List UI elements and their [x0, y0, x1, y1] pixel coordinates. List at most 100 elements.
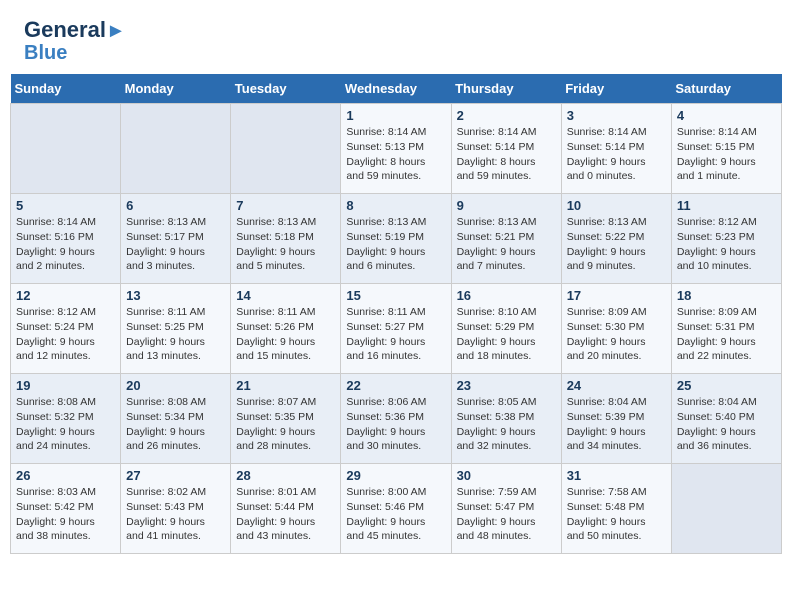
- calendar-wrap: SundayMondayTuesdayWednesdayThursdayFrid…: [0, 74, 792, 564]
- calendar-cell: 16 Sunrise: 8:10 AMSunset: 5:29 PMDayligh…: [451, 284, 561, 374]
- day-info: Sunrise: 8:00 AMSunset: 5:46 PMDaylight:…: [346, 485, 445, 544]
- day-info: Sunrise: 7:58 AMSunset: 5:48 PMDaylight:…: [567, 485, 666, 544]
- day-number: 24: [567, 378, 666, 393]
- calendar-cell: 8 Sunrise: 8:13 AMSunset: 5:19 PMDaylight…: [341, 194, 451, 284]
- day-number: 28: [236, 468, 335, 483]
- day-info: Sunrise: 8:11 AMSunset: 5:25 PMDaylight:…: [126, 305, 225, 364]
- logo-general: General►: [24, 18, 126, 42]
- calendar-week-2: 5Sunrise: 8:14 AMSunset: 5:16 PMDaylight…: [11, 194, 782, 284]
- calendar-cell: [671, 464, 781, 554]
- calendar-cell: [11, 104, 121, 194]
- day-number: 13: [126, 288, 225, 303]
- calendar-cell: 18 Sunrise: 8:09 AMSunset: 5:31 PMDayligh…: [671, 284, 781, 374]
- day-info: Sunrise: 8:14 AMSunset: 5:14 PMDaylight:…: [457, 125, 556, 184]
- day-number: 26: [16, 468, 115, 483]
- day-info: Sunrise: 8:01 AMSunset: 5:44 PMDaylight:…: [236, 485, 335, 544]
- calendar-cell: 29Sunrise: 8:00 AMSunset: 5:46 PMDayligh…: [341, 464, 451, 554]
- day-info: Sunrise: 8:13 AMSunset: 5:19 PMDaylight:…: [346, 215, 445, 274]
- day-number: 25: [677, 378, 776, 393]
- header-monday: Monday: [121, 74, 231, 104]
- header-saturday: Saturday: [671, 74, 781, 104]
- day-info: Sunrise: 8:12 AMSunset: 5:24 PMDaylight:…: [16, 305, 115, 364]
- calendar-cell: 14 Sunrise: 8:11 AMSunset: 5:26 PMDayligh…: [231, 284, 341, 374]
- calendar-cell: 20 Sunrise: 8:08 AMSunset: 5:34 PMDayligh…: [121, 374, 231, 464]
- day-number: 3: [567, 108, 666, 123]
- calendar-cell: 5Sunrise: 8:14 AMSunset: 5:16 PMDaylight…: [11, 194, 121, 284]
- day-number: 15: [346, 288, 445, 303]
- day-info: Sunrise: 8:13 AMSunset: 5:18 PMDaylight:…: [236, 215, 335, 274]
- day-number: 7: [236, 198, 335, 213]
- day-number: 27: [126, 468, 225, 483]
- calendar-cell: [231, 104, 341, 194]
- day-info: Sunrise: 8:14 AMSunset: 5:14 PMDaylight:…: [567, 125, 666, 184]
- day-number: 30: [457, 468, 556, 483]
- day-number: 11: [677, 198, 776, 213]
- calendar-table: SundayMondayTuesdayWednesdayThursdayFrid…: [10, 74, 782, 554]
- day-info: Sunrise: 8:08 AMSunset: 5:32 PMDaylight:…: [16, 395, 115, 454]
- calendar-cell: 2 Sunrise: 8:14 AMSunset: 5:14 PMDaylight…: [451, 104, 561, 194]
- day-number: 10: [567, 198, 666, 213]
- day-info: Sunrise: 8:10 AMSunset: 5:29 PMDaylight:…: [457, 305, 556, 364]
- day-info: Sunrise: 8:13 AMSunset: 5:21 PMDaylight:…: [457, 215, 556, 274]
- header-tuesday: Tuesday: [231, 74, 341, 104]
- page-header: General► Blue: [0, 0, 792, 74]
- day-info: Sunrise: 8:04 AMSunset: 5:40 PMDaylight:…: [677, 395, 776, 454]
- day-info: Sunrise: 8:13 AMSunset: 5:17 PMDaylight:…: [126, 215, 225, 274]
- calendar-cell: 15 Sunrise: 8:11 AMSunset: 5:27 PMDayligh…: [341, 284, 451, 374]
- calendar-cell: 4 Sunrise: 8:14 AMSunset: 5:15 PMDaylight…: [671, 104, 781, 194]
- day-info: Sunrise: 8:07 AMSunset: 5:35 PMDaylight:…: [236, 395, 335, 454]
- calendar-cell: 10 Sunrise: 8:13 AMSunset: 5:22 PMDayligh…: [561, 194, 671, 284]
- calendar-cell: 22Sunrise: 8:06 AMSunset: 5:36 PMDayligh…: [341, 374, 451, 464]
- calendar-cell: 26 Sunrise: 8:03 AMSunset: 5:42 PMDayligh…: [11, 464, 121, 554]
- calendar-cell: [121, 104, 231, 194]
- header-wednesday: Wednesday: [341, 74, 451, 104]
- day-number: 20: [126, 378, 225, 393]
- header-sunday: Sunday: [11, 74, 121, 104]
- calendar-cell: 30 Sunrise: 7:59 AMSunset: 5:47 PMDayligh…: [451, 464, 561, 554]
- calendar-week-3: 12 Sunrise: 8:12 AMSunset: 5:24 PMDayligh…: [11, 284, 782, 374]
- day-info: Sunrise: 8:03 AMSunset: 5:42 PMDaylight:…: [16, 485, 115, 544]
- day-info: Sunrise: 8:08 AMSunset: 5:34 PMDaylight:…: [126, 395, 225, 454]
- day-info: Sunrise: 8:04 AMSunset: 5:39 PMDaylight:…: [567, 395, 666, 454]
- day-number: 1: [346, 108, 445, 123]
- day-number: 19: [16, 378, 115, 393]
- day-info: Sunrise: 8:13 AMSunset: 5:22 PMDaylight:…: [567, 215, 666, 274]
- calendar-cell: 7 Sunrise: 8:13 AMSunset: 5:18 PMDaylight…: [231, 194, 341, 284]
- logo: General► Blue: [24, 18, 126, 64]
- calendar-cell: 27Sunrise: 8:02 AMSunset: 5:43 PMDayligh…: [121, 464, 231, 554]
- day-number: 23: [457, 378, 556, 393]
- calendar-cell: 25 Sunrise: 8:04 AMSunset: 5:40 PMDayligh…: [671, 374, 781, 464]
- day-number: 9: [457, 198, 556, 213]
- day-number: 17: [567, 288, 666, 303]
- calendar-cell: 28 Sunrise: 8:01 AMSunset: 5:44 PMDayligh…: [231, 464, 341, 554]
- calendar-cell: 21 Sunrise: 8:07 AMSunset: 5:35 PMDayligh…: [231, 374, 341, 464]
- day-info: Sunrise: 8:12 AMSunset: 5:23 PMDaylight:…: [677, 215, 776, 274]
- day-number: 12: [16, 288, 115, 303]
- header-thursday: Thursday: [451, 74, 561, 104]
- day-info: Sunrise: 8:11 AMSunset: 5:27 PMDaylight:…: [346, 305, 445, 364]
- day-number: 18: [677, 288, 776, 303]
- calendar-cell: 23Sunrise: 8:05 AMSunset: 5:38 PMDayligh…: [451, 374, 561, 464]
- calendar-cell: 11 Sunrise: 8:12 AMSunset: 5:23 PMDayligh…: [671, 194, 781, 284]
- calendar-cell: 24 Sunrise: 8:04 AMSunset: 5:39 PMDayligh…: [561, 374, 671, 464]
- calendar-week-1: 1 Sunrise: 8:14 AMSunset: 5:13 PMDaylight…: [11, 104, 782, 194]
- header-friday: Friday: [561, 74, 671, 104]
- calendar-cell: 17Sunrise: 8:09 AMSunset: 5:30 PMDayligh…: [561, 284, 671, 374]
- logo-blue: Blue: [24, 42, 126, 64]
- day-info: Sunrise: 7:59 AMSunset: 5:47 PMDaylight:…: [457, 485, 556, 544]
- day-number: 22: [346, 378, 445, 393]
- day-info: Sunrise: 8:11 AMSunset: 5:26 PMDaylight:…: [236, 305, 335, 364]
- day-number: 21: [236, 378, 335, 393]
- day-number: 6: [126, 198, 225, 213]
- day-info: Sunrise: 8:14 AMSunset: 5:13 PMDaylight:…: [346, 125, 445, 184]
- day-number: 16: [457, 288, 556, 303]
- calendar-week-4: 19 Sunrise: 8:08 AMSunset: 5:32 PMDayligh…: [11, 374, 782, 464]
- calendar-cell: 9 Sunrise: 8:13 AMSunset: 5:21 PMDaylight…: [451, 194, 561, 284]
- day-number: 8: [346, 198, 445, 213]
- day-number: 4: [677, 108, 776, 123]
- day-info: Sunrise: 8:14 AMSunset: 5:15 PMDaylight:…: [677, 125, 776, 184]
- day-number: 2: [457, 108, 556, 123]
- day-number: 14: [236, 288, 335, 303]
- calendar-cell: 1 Sunrise: 8:14 AMSunset: 5:13 PMDaylight…: [341, 104, 451, 194]
- day-info: Sunrise: 8:09 AMSunset: 5:31 PMDaylight:…: [677, 305, 776, 364]
